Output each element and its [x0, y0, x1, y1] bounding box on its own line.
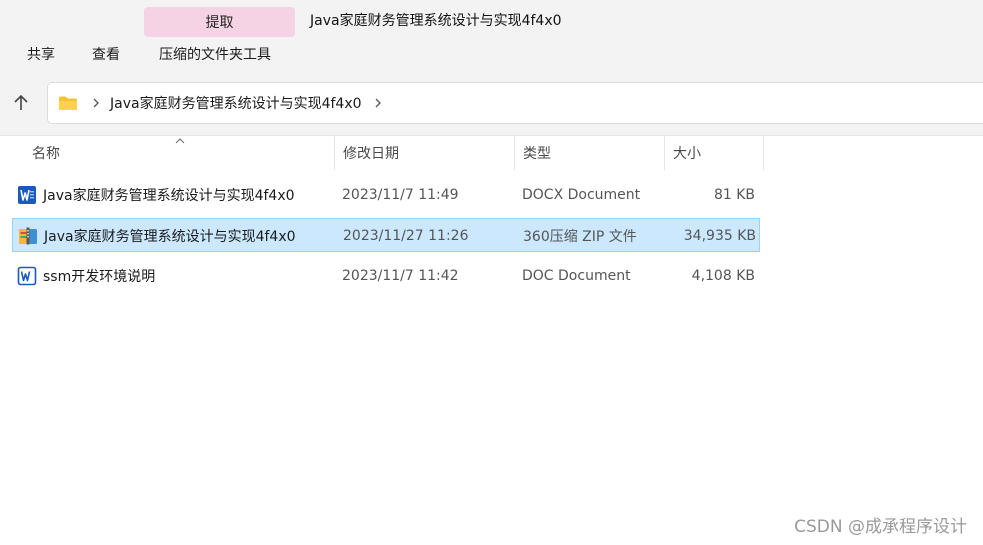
watermark: CSDN @成承程序设计 — [794, 517, 967, 537]
folder-icon — [58, 95, 78, 111]
file-type: 360压缩 ZIP 文件 — [523, 229, 637, 245]
file-size: 4,108 KB — [691, 268, 755, 284]
word-docx-icon — [17, 185, 37, 205]
file-date: 2023/11/7 11:42 — [342, 268, 459, 284]
file-size: 34,935 KB — [683, 228, 756, 244]
tab-compressed-folder-tools[interactable]: 压缩的文件夹工具 — [159, 44, 271, 64]
window-title: Java家庭财务管理系统设计与实现4f4x0 — [310, 13, 562, 29]
file-type: DOCX Document — [522, 187, 641, 203]
navigation-bar: Java家庭财务管理系统设计与实现4f4x0 — [0, 80, 983, 136]
word-doc-icon — [17, 266, 37, 286]
file-row[interactable]: ssm开发环境说明 2023/11/7 11:42 DOC Document 4… — [12, 259, 760, 293]
file-name: Java家庭财务管理系统设计与实现4f4x0 — [43, 188, 295, 204]
file-row-selected[interactable]: Java家庭财务管理系统设计与实现4f4x0 2023/11/27 11:26 … — [12, 218, 760, 252]
extract-context-tab[interactable]: 提取 — [144, 7, 295, 37]
arrow-up-icon — [14, 94, 28, 110]
column-name[interactable]: 名称 — [24, 136, 334, 170]
file-type: DOC Document — [522, 268, 631, 284]
tab-share[interactable]: 共享 — [27, 44, 55, 64]
tab-view[interactable]: 查看 — [92, 44, 120, 64]
breadcrumb-current-folder[interactable]: Java家庭财务管理系统设计与实现4f4x0 — [110, 93, 362, 113]
chevron-right-icon[interactable] — [374, 98, 382, 108]
file-date: 2023/11/27 11:26 — [343, 228, 469, 244]
address-bar[interactable]: Java家庭财务管理系统设计与实现4f4x0 — [47, 82, 983, 124]
column-modified-date[interactable]: 修改日期 — [334, 136, 514, 170]
file-name: Java家庭财务管理系统设计与实现4f4x0 — [44, 229, 296, 245]
file-row[interactable]: Java家庭财务管理系统设计与实现4f4x0 2023/11/7 11:49 D… — [12, 178, 760, 212]
up-button[interactable] — [8, 90, 34, 116]
zip-archive-icon — [18, 226, 38, 246]
chevron-right-icon[interactable] — [92, 98, 100, 108]
column-type[interactable]: 类型 — [514, 136, 664, 170]
column-size[interactable]: 大小 — [664, 136, 764, 170]
file-name: ssm开发环境说明 — [43, 269, 156, 285]
ribbon: 提取 Java家庭财务管理系统设计与实现4f4x0 共享 查看 压缩的文件夹工具 — [0, 0, 983, 80]
column-header: 名称 修改日期 类型 大小 — [0, 136, 983, 170]
file-date: 2023/11/7 11:49 — [342, 187, 459, 203]
file-size: 81 KB — [713, 187, 755, 203]
